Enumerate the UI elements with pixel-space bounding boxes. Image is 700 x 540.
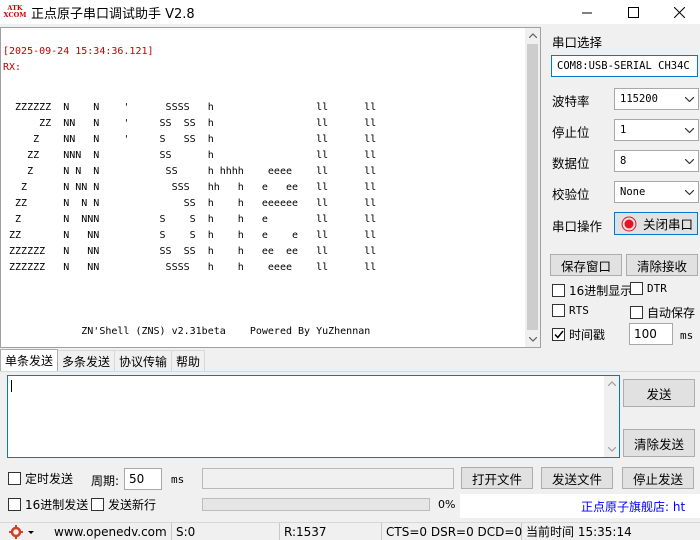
- stop-send-button[interactable]: 停止发送: [622, 467, 694, 489]
- chevron-down-icon: [681, 120, 698, 140]
- file-path-field[interactable]: [202, 468, 454, 489]
- timestamp-unit: ms: [680, 329, 694, 342]
- line-status: CTS=0 DSR=0 DCD=0: [382, 523, 522, 540]
- rx-label: RX:: [3, 62, 22, 73]
- tab-divider: [0, 371, 700, 372]
- open-file-button[interactable]: 打开文件: [461, 467, 533, 489]
- maximize-icon: [627, 6, 639, 18]
- title-bar[interactable]: ATK XCOM 正点原子串口调试助手 V2.8: [0, 0, 700, 24]
- app-window: ATK XCOM 正点原子串口调试助手 V2.8 [2025-09-24 15:…: [0, 0, 700, 540]
- dtr-checkbox[interactable]: DTR: [630, 282, 667, 295]
- window-title: 正点原子串口调试助手 V2.8: [31, 6, 195, 22]
- databits-select[interactable]: 8: [614, 150, 699, 172]
- port-section-title: 串口选择: [552, 35, 603, 50]
- checkbox-box: [552, 304, 565, 317]
- tab-multi-send[interactable]: 多条发送: [57, 350, 116, 371]
- chevron-down-icon: [681, 89, 698, 109]
- period-input[interactable]: 50: [124, 468, 162, 490]
- send-button[interactable]: 发送: [623, 379, 695, 407]
- clear-receive-button[interactable]: 清除接收: [626, 254, 698, 276]
- auto-save-checkbox[interactable]: 自动保存: [630, 304, 695, 321]
- tab-single-send[interactable]: 单条发送: [0, 349, 59, 371]
- timestamp-checkbox[interactable]: 时间戳: [552, 326, 605, 343]
- parity-label: 校验位: [552, 187, 590, 202]
- gear-icon: [9, 524, 34, 539]
- clear-send-button[interactable]: 清除发送: [623, 429, 695, 457]
- baud-label: 波特率: [552, 94, 590, 109]
- send-input[interactable]: [7, 375, 620, 458]
- status-bar: www.openedv.com S:0 R:1537 CTS=0 DSR=0 D…: [0, 522, 700, 540]
- chevron-down-icon: [681, 182, 698, 202]
- send-scrollbar[interactable]: [604, 376, 619, 457]
- checkbox-box: [630, 306, 643, 319]
- hex-send-checkbox[interactable]: 16进制发送: [8, 496, 88, 513]
- receive-scrollbar[interactable]: [525, 28, 540, 347]
- hex-display-checkbox[interactable]: 16进制显示: [552, 282, 632, 299]
- rx-timestamp: [2025-09-24 15:34:36.121]: [3, 46, 154, 57]
- scroll-up-icon[interactable]: [525, 28, 540, 43]
- website-label: www.openedv.com: [50, 523, 172, 540]
- parity-select[interactable]: None: [614, 181, 699, 203]
- close-window-button[interactable]: [656, 0, 700, 24]
- period-label: 周期:: [91, 474, 120, 488]
- minimize-icon: [581, 12, 592, 13]
- checkbox-box: [91, 498, 104, 511]
- stopbits-select[interactable]: 1: [614, 119, 699, 141]
- tab-protocol[interactable]: 协议传输: [114, 350, 173, 371]
- checkbox-box: [630, 282, 643, 295]
- checkbox-box: [8, 472, 21, 485]
- app-logo: ATK XCOM: [3, 4, 27, 19]
- databits-label: 数据位: [552, 156, 590, 171]
- checkbox-box: [8, 498, 21, 511]
- save-window-button[interactable]: 保存窗口: [550, 254, 622, 276]
- maximize-button[interactable]: [610, 0, 656, 24]
- baud-select[interactable]: 115200: [614, 88, 699, 110]
- send-tabs: 单条发送 多条发送 协议传输 帮助: [0, 349, 206, 371]
- close-icon: [673, 6, 685, 18]
- scroll-down-icon[interactable]: [525, 332, 540, 347]
- received-count: R:1537: [280, 523, 382, 540]
- scroll-down-icon[interactable]: [604, 442, 619, 457]
- tab-help[interactable]: 帮助: [171, 350, 206, 371]
- checkbox-box: [552, 284, 565, 297]
- stopbits-label: 停止位: [552, 125, 590, 140]
- rts-checkbox[interactable]: RTS: [552, 304, 589, 317]
- current-time: 当前时间 15:35:14: [526, 525, 632, 539]
- timed-send-checkbox[interactable]: 定时发送: [8, 470, 73, 487]
- port-select[interactable]: COM8:USB-SERIAL CH34C: [551, 55, 698, 77]
- send-newline-checkbox[interactable]: 发送新行: [91, 496, 156, 513]
- minimize-button[interactable]: [564, 0, 610, 24]
- checkmark-icon: [552, 328, 565, 341]
- timestamp-interval-input[interactable]: 100: [629, 323, 673, 345]
- operation-label: 串口操作: [552, 219, 603, 234]
- store-link[interactable]: 正点原子旗舰店: ht: [581, 498, 685, 515]
- receive-content: [2025-09-24 15:34:36.121] RX: ZZZZZZ N N…: [3, 44, 376, 340]
- close-port-button[interactable]: 关闭串口: [614, 212, 698, 235]
- send-progress-bar: [202, 498, 430, 511]
- scroll-up-icon[interactable]: [604, 376, 619, 391]
- rx-ascii-banner: ZZZZZZ N N ' SSSS h ll ll ZZ NN N ' SS S…: [9, 102, 377, 337]
- settings-menu[interactable]: [0, 523, 50, 540]
- progress-percent: 0%: [438, 498, 456, 511]
- receive-textarea[interactable]: [2025-09-24 15:34:36.121] RX: ZZZZZZ N N…: [0, 27, 541, 348]
- scroll-thumb[interactable]: [527, 44, 538, 330]
- chevron-down-icon: [681, 151, 698, 171]
- power-indicator-icon: [621, 216, 637, 231]
- text-caret: [11, 380, 12, 392]
- sent-count: S:0: [172, 523, 280, 540]
- send-file-button[interactable]: 发送文件: [541, 467, 613, 489]
- period-unit: ms: [171, 473, 185, 486]
